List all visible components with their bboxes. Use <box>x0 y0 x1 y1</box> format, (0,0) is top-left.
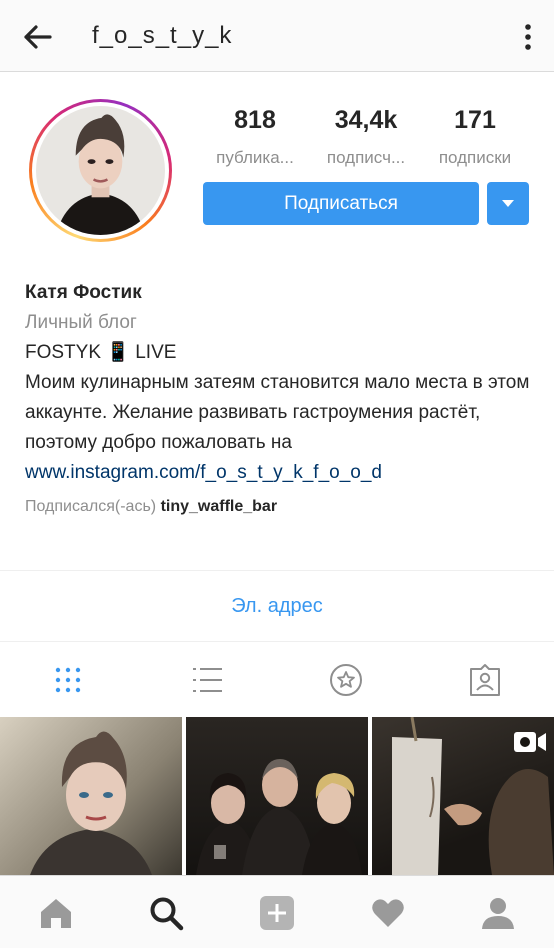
posts-count-label: публика... <box>216 148 294 167</box>
suggestions-dropdown-button[interactable] <box>487 182 529 225</box>
list-icon[interactable] <box>190 663 224 697</box>
following-count-label: подписки <box>438 148 512 167</box>
posts-count-value: 818 <box>234 106 276 134</box>
search-icon[interactable] <box>147 894 185 932</box>
star-icon[interactable] <box>329 663 363 697</box>
followers-count-label: подписч... <box>326 148 406 167</box>
bio-tagline: FOSTYK 📱 LIVE <box>25 342 177 363</box>
profile-view-tabs <box>0 643 554 717</box>
email-button[interactable]: Эл. адрес <box>231 595 323 618</box>
followers-count-value: 34,4k <box>334 106 398 134</box>
vertical-dots-icon[interactable] <box>518 20 538 54</box>
avatar <box>36 106 165 235</box>
arrow-left-icon[interactable] <box>20 20 54 54</box>
post-thumbnail[interactable] <box>0 717 182 875</box>
profile-icon[interactable] <box>479 894 517 932</box>
add-icon[interactable] <box>258 894 296 932</box>
profile-username: f_o_s_t_y_k <box>92 22 233 49</box>
followed-by[interactable]: Подписался(-ась) tiny_waffle_bar <box>25 492 535 522</box>
heart-icon[interactable] <box>369 894 407 932</box>
video-camera-icon <box>514 732 546 752</box>
profile-bio: Катя Фостик Личный блог FOSTYK 📱 LIVE Мо… <box>25 278 535 522</box>
post-thumbnail[interactable] <box>372 717 554 875</box>
follow-button[interactable]: Подписаться <box>203 182 479 225</box>
followers-count[interactable]: 34,4k подписч... <box>310 106 422 168</box>
grid-icon[interactable] <box>51 663 85 697</box>
tagged-icon[interactable] <box>468 663 502 697</box>
following-count[interactable]: 171 подписки <box>422 106 528 168</box>
profile-full-name: Катя Фостик <box>25 282 142 303</box>
profile-category: Личный блог <box>25 312 137 333</box>
chevron-down-icon <box>502 200 514 207</box>
bio-text: Моим кулинарным затеям становится мало м… <box>25 372 530 453</box>
following-count-value: 171 <box>454 106 496 134</box>
app-bar: f_o_s_t_y_k <box>0 0 554 72</box>
followed-by-username: tiny_waffle_bar <box>160 498 278 515</box>
profile-link[interactable]: www.instagram.com/f_o_s_t_y_k_f_o_o_d <box>25 458 535 488</box>
home-icon[interactable] <box>37 894 75 932</box>
posts-grid <box>0 717 554 875</box>
email-row: Эл. адрес <box>0 570 554 642</box>
avatar-story-ring[interactable] <box>29 99 172 242</box>
followed-by-prefix: Подписался(-ась) <box>25 498 157 515</box>
posts-count[interactable]: 818 публика... <box>200 106 310 168</box>
bottom-navigation <box>0 875 554 948</box>
post-thumbnail[interactable] <box>186 717 368 875</box>
